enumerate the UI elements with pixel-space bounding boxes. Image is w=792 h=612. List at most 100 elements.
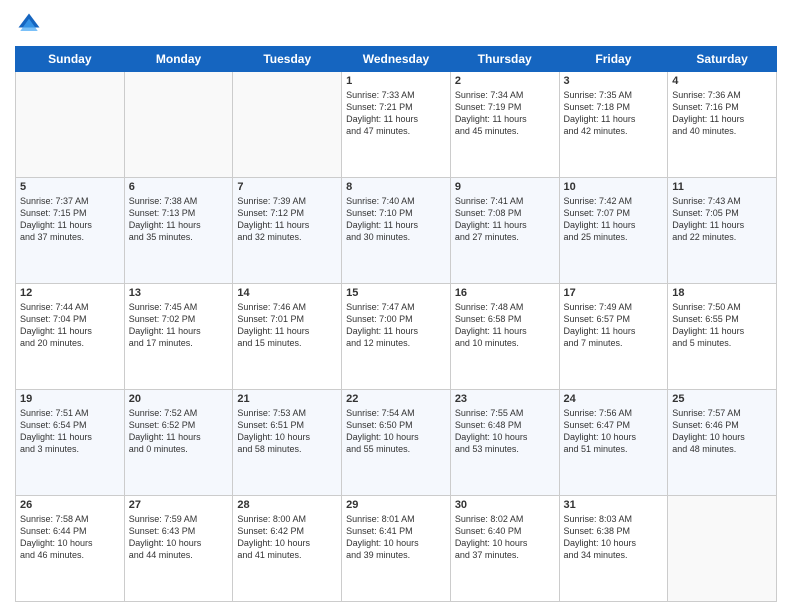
- calendar-cell: 31 Sunrise: 8:03 AM Sunset: 6:38 PM Dayli…: [559, 496, 668, 602]
- calendar-cell: 19Sunrise: 7:51 AM Sunset: 6:54 PM Dayli…: [16, 390, 125, 496]
- day-number: 19: [20, 393, 120, 405]
- calendar-cell: 1 Sunrise: 7:33 AM Sunset: 7:21 PM Daylig…: [342, 72, 451, 178]
- day-number: 7: [237, 181, 337, 193]
- week-row: 19Sunrise: 7:51 AM Sunset: 6:54 PM Dayli…: [16, 390, 777, 496]
- calendar-cell: 11Sunrise: 7:43 AM Sunset: 7:05 PM Dayli…: [668, 178, 777, 284]
- day-info: Sunrise: 7:59 AM Sunset: 6:43 PM Dayligh…: [129, 513, 229, 562]
- calendar-cell: 8Sunrise: 7:40 AM Sunset: 7:10 PM Daylig…: [342, 178, 451, 284]
- day-number: 17: [564, 287, 664, 299]
- day-number: 27: [129, 499, 229, 511]
- day-info: Sunrise: 7:55 AM Sunset: 6:48 PM Dayligh…: [455, 407, 555, 456]
- calendar-cell: 25Sunrise: 7:57 AM Sunset: 6:46 PM Dayli…: [668, 390, 777, 496]
- day-header: Sunday: [16, 47, 125, 72]
- day-number: 14: [237, 287, 337, 299]
- day-number: 25: [672, 393, 772, 405]
- header: [15, 10, 777, 38]
- day-header: Friday: [559, 47, 668, 72]
- calendar-cell: 7 Sunrise: 7:39 AM Sunset: 7:12 PM Daylig…: [233, 178, 342, 284]
- calendar-cell: [668, 496, 777, 602]
- day-info: Sunrise: 7:49 AM Sunset: 6:57 PM Dayligh…: [564, 301, 664, 350]
- day-number: 13: [129, 287, 229, 299]
- logo-icon: [15, 10, 43, 38]
- calendar-cell: 24 Sunrise: 7:56 AM Sunset: 6:47 PM Dayli…: [559, 390, 668, 496]
- day-info: Sunrise: 7:40 AM Sunset: 7:10 PM Dayligh…: [346, 195, 446, 244]
- day-info: Sunrise: 7:35 AM Sunset: 7:18 PM Dayligh…: [564, 89, 664, 138]
- day-info: Sunrise: 7:37 AM Sunset: 7:15 PM Dayligh…: [20, 195, 120, 244]
- day-info: Sunrise: 8:02 AM Sunset: 6:40 PM Dayligh…: [455, 513, 555, 562]
- day-info: Sunrise: 7:46 AM Sunset: 7:01 PM Dayligh…: [237, 301, 337, 350]
- day-number: 2: [455, 75, 555, 87]
- day-info: Sunrise: 7:47 AM Sunset: 7:00 PM Dayligh…: [346, 301, 446, 350]
- calendar-cell: 27 Sunrise: 7:59 AM Sunset: 6:43 PM Dayli…: [124, 496, 233, 602]
- calendar-cell: 26 Sunrise: 7:58 AM Sunset: 6:44 PM Dayli…: [16, 496, 125, 602]
- calendar: SundayMondayTuesdayWednesdayThursdayFrid…: [15, 46, 777, 602]
- day-number: 18: [672, 287, 772, 299]
- calendar-cell: 2 Sunrise: 7:34 AM Sunset: 7:19 PM Daylig…: [450, 72, 559, 178]
- week-row: 12 Sunrise: 7:44 AM Sunset: 7:04 PM Dayli…: [16, 284, 777, 390]
- day-info: Sunrise: 7:34 AM Sunset: 7:19 PM Dayligh…: [455, 89, 555, 138]
- day-info: Sunrise: 8:03 AM Sunset: 6:38 PM Dayligh…: [564, 513, 664, 562]
- day-info: Sunrise: 7:44 AM Sunset: 7:04 PM Dayligh…: [20, 301, 120, 350]
- week-row: 26 Sunrise: 7:58 AM Sunset: 6:44 PM Dayli…: [16, 496, 777, 602]
- day-number: 1: [346, 75, 446, 87]
- day-number: 11: [672, 181, 772, 193]
- calendar-cell: 20Sunrise: 7:52 AM Sunset: 6:52 PM Dayli…: [124, 390, 233, 496]
- day-number: 22: [346, 393, 446, 405]
- day-number: 26: [20, 499, 120, 511]
- calendar-cell: [124, 72, 233, 178]
- day-number: 23: [455, 393, 555, 405]
- day-number: 16: [455, 287, 555, 299]
- week-row: 1 Sunrise: 7:33 AM Sunset: 7:21 PM Daylig…: [16, 72, 777, 178]
- day-number: 28: [237, 499, 337, 511]
- day-number: 21: [237, 393, 337, 405]
- calendar-cell: 13 Sunrise: 7:45 AM Sunset: 7:02 PM Dayli…: [124, 284, 233, 390]
- calendar-cell: 30 Sunrise: 8:02 AM Sunset: 6:40 PM Dayli…: [450, 496, 559, 602]
- day-info: Sunrise: 7:39 AM Sunset: 7:12 PM Dayligh…: [237, 195, 337, 244]
- day-number: 9: [455, 181, 555, 193]
- day-info: Sunrise: 7:53 AM Sunset: 6:51 PM Dayligh…: [237, 407, 337, 456]
- day-info: Sunrise: 7:36 AM Sunset: 7:16 PM Dayligh…: [672, 89, 772, 138]
- calendar-cell: 17 Sunrise: 7:49 AM Sunset: 6:57 PM Dayli…: [559, 284, 668, 390]
- calendar-cell: 28 Sunrise: 8:00 AM Sunset: 6:42 PM Dayli…: [233, 496, 342, 602]
- day-info: Sunrise: 7:58 AM Sunset: 6:44 PM Dayligh…: [20, 513, 120, 562]
- calendar-cell: 6 Sunrise: 7:38 AM Sunset: 7:13 PM Daylig…: [124, 178, 233, 284]
- calendar-cell: 10 Sunrise: 7:42 AM Sunset: 7:07 PM Dayli…: [559, 178, 668, 284]
- calendar-cell: 16 Sunrise: 7:48 AM Sunset: 6:58 PM Dayli…: [450, 284, 559, 390]
- day-number: 24: [564, 393, 664, 405]
- day-number: 15: [346, 287, 446, 299]
- day-number: 6: [129, 181, 229, 193]
- day-number: 30: [455, 499, 555, 511]
- day-info: Sunrise: 7:56 AM Sunset: 6:47 PM Dayligh…: [564, 407, 664, 456]
- day-header: Saturday: [668, 47, 777, 72]
- day-info: Sunrise: 7:42 AM Sunset: 7:07 PM Dayligh…: [564, 195, 664, 244]
- calendar-cell: 29 Sunrise: 8:01 AM Sunset: 6:41 PM Dayli…: [342, 496, 451, 602]
- day-number: 10: [564, 181, 664, 193]
- day-header: Tuesday: [233, 47, 342, 72]
- day-number: 4: [672, 75, 772, 87]
- week-row: 5Sunrise: 7:37 AM Sunset: 7:15 PM Daylig…: [16, 178, 777, 284]
- day-number: 31: [564, 499, 664, 511]
- day-info: Sunrise: 7:52 AM Sunset: 6:52 PM Dayligh…: [129, 407, 229, 456]
- calendar-cell: 18 Sunrise: 7:50 AM Sunset: 6:55 PM Dayli…: [668, 284, 777, 390]
- day-info: Sunrise: 7:38 AM Sunset: 7:13 PM Dayligh…: [129, 195, 229, 244]
- day-info: Sunrise: 8:01 AM Sunset: 6:41 PM Dayligh…: [346, 513, 446, 562]
- calendar-cell: 12 Sunrise: 7:44 AM Sunset: 7:04 PM Dayli…: [16, 284, 125, 390]
- day-header: Monday: [124, 47, 233, 72]
- page: SundayMondayTuesdayWednesdayThursdayFrid…: [0, 0, 792, 612]
- day-info: Sunrise: 7:41 AM Sunset: 7:08 PM Dayligh…: [455, 195, 555, 244]
- calendar-cell: 15 Sunrise: 7:47 AM Sunset: 7:00 PM Dayli…: [342, 284, 451, 390]
- day-header: Thursday: [450, 47, 559, 72]
- day-info: Sunrise: 7:48 AM Sunset: 6:58 PM Dayligh…: [455, 301, 555, 350]
- calendar-cell: 5Sunrise: 7:37 AM Sunset: 7:15 PM Daylig…: [16, 178, 125, 284]
- day-header: Wednesday: [342, 47, 451, 72]
- calendar-cell: 23 Sunrise: 7:55 AM Sunset: 6:48 PM Dayli…: [450, 390, 559, 496]
- calendar-cell: 14 Sunrise: 7:46 AM Sunset: 7:01 PM Dayli…: [233, 284, 342, 390]
- day-info: Sunrise: 7:50 AM Sunset: 6:55 PM Dayligh…: [672, 301, 772, 350]
- day-number: 12: [20, 287, 120, 299]
- day-number: 29: [346, 499, 446, 511]
- day-info: Sunrise: 7:54 AM Sunset: 6:50 PM Dayligh…: [346, 407, 446, 456]
- calendar-cell: 21 Sunrise: 7:53 AM Sunset: 6:51 PM Dayli…: [233, 390, 342, 496]
- day-info: Sunrise: 7:45 AM Sunset: 7:02 PM Dayligh…: [129, 301, 229, 350]
- day-info: Sunrise: 7:33 AM Sunset: 7:21 PM Dayligh…: [346, 89, 446, 138]
- day-info: Sunrise: 8:00 AM Sunset: 6:42 PM Dayligh…: [237, 513, 337, 562]
